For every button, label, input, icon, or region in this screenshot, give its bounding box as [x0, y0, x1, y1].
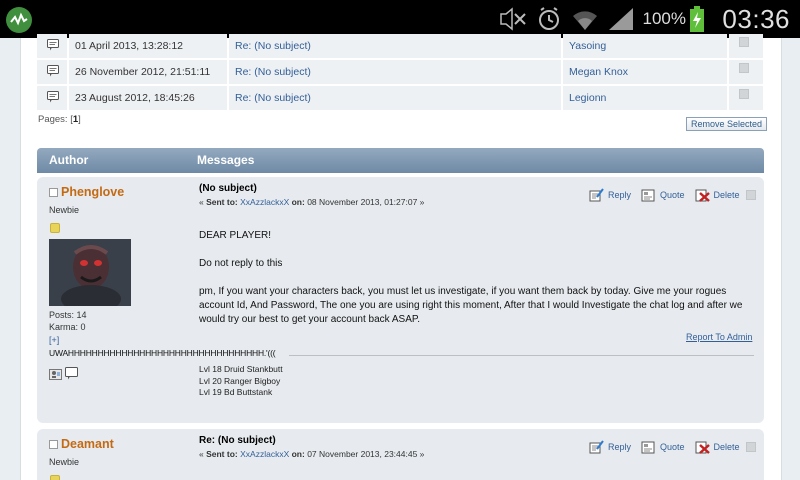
post-subject[interactable]: Re: (No subject): [199, 435, 276, 446]
personal-message-icon[interactable]: [65, 367, 78, 380]
message-icon: [47, 39, 59, 51]
message-icon: [47, 65, 59, 77]
pages-label: Pages: [: [38, 114, 73, 125]
avatar: [49, 239, 131, 306]
post-select-checkbox[interactable]: [745, 190, 756, 200]
alarm-icon: [533, 6, 565, 32]
signature-divider: [289, 355, 754, 356]
author-column-header: Author: [49, 153, 89, 167]
reply-icon: [589, 440, 604, 454]
pm-subject-link[interactable]: Re: (No subject): [229, 34, 561, 59]
offline-status-icon: [49, 188, 58, 197]
signal-icon: [605, 6, 637, 32]
post-actions: Reply Quote Delete: [589, 188, 756, 202]
pm-date: 23 August 2012, 18:45:26: [69, 86, 227, 111]
post-body: DEAR PLAYER! Do not reply to this pm, If…: [199, 229, 755, 341]
delete-label: Delete: [713, 442, 740, 452]
signature-line: Lvl 20 Ranger Bigboy: [199, 375, 281, 386]
poster-rank: Newbie: [49, 205, 80, 215]
sent-info: « Sent to: XxAzzlackxX on: 08 November 2…: [199, 197, 425, 207]
sent-info: « Sent to: XxAzzlackxX on: 07 November 2…: [199, 449, 425, 459]
pm-select-checkbox[interactable]: [739, 37, 749, 47]
quote-label: Quote: [660, 190, 685, 200]
pm-select-checkbox[interactable]: [739, 63, 749, 73]
post-paragraph: pm, If you want your characters back, yo…: [199, 286, 743, 325]
signature-line: Lvl 19 Bd Buttstank: [199, 387, 273, 397]
app-notification-icon[interactable]: [6, 7, 32, 33]
post-paragraph: DEAR PLAYER!: [199, 230, 272, 241]
reply-label: Reply: [608, 190, 632, 200]
message-post: Deamant Newbie Re: (No subject) « Sent t…: [37, 429, 764, 480]
delete-button[interactable]: Delete: [695, 188, 740, 202]
post-actions: Reply Quote Delete: [589, 440, 756, 454]
pagination: Pages: [1]: [38, 114, 81, 125]
poster-post-count: Posts: 14: [49, 310, 87, 320]
post-subject[interactable]: (No subject): [199, 183, 257, 194]
post-select-checkbox[interactable]: [745, 442, 756, 452]
pm-date: 01 April 2013, 13:28:12: [69, 34, 227, 59]
message-post: Phenglove Newbie Posts: 14 Karma: 0 [+] …: [37, 177, 764, 423]
table-row[interactable]: 26 November 2012, 21:51:11 Re: (No subje…: [37, 60, 763, 85]
battery-charging-icon: [690, 6, 704, 32]
offline-status-icon: [49, 440, 58, 449]
reply-button[interactable]: Reply: [589, 188, 631, 202]
clock: 03:36: [722, 4, 790, 34]
pm-sender-link[interactable]: Yasoing: [563, 34, 727, 59]
pages-close: ]: [78, 114, 81, 125]
table-row[interactable]: 23 August 2012, 18:45:26 Re: (No subject…: [37, 86, 763, 111]
message-icon: [47, 91, 59, 103]
pm-sender-link[interactable]: Legionn: [563, 86, 727, 111]
reply-icon: [589, 188, 604, 202]
poster-karma: Karma: 0: [49, 322, 86, 332]
signature: Lvl 18 Druid Stankbutt Lvl 20 Ranger Big…: [199, 364, 283, 399]
poster-name[interactable]: Phenglove: [49, 185, 124, 199]
recipient-link[interactable]: XxAzzlackxX: [240, 197, 289, 207]
battery-percent: 100%: [642, 9, 686, 28]
wifi-icon: [569, 6, 601, 32]
signature-header: UWAHHHHHHHHHHHHHHHHHHHHHHHHHHHHHHHHH.'((…: [49, 348, 754, 360]
quote-button[interactable]: Quote: [641, 440, 685, 454]
pm-date: 26 November 2012, 21:51:11: [69, 60, 227, 85]
pm-subject-link[interactable]: Re: (No subject): [229, 60, 561, 85]
recipient-link[interactable]: XxAzzlackxX: [240, 449, 289, 459]
pm-subject-link[interactable]: Re: (No subject): [229, 86, 561, 111]
signature-line: Lvl 18 Druid Stankbutt: [199, 364, 283, 374]
quote-label: Quote: [660, 442, 685, 452]
reply-label: Reply: [608, 442, 632, 452]
status-bar: 100% 03:36: [0, 0, 800, 38]
messages-column-header: Messages: [197, 153, 255, 167]
quote-icon: [641, 189, 655, 202]
delete-button[interactable]: Delete: [695, 440, 740, 454]
poster-name[interactable]: Deamant: [49, 437, 114, 451]
poster-rank: Newbie: [49, 457, 80, 467]
signature-line-text: UWAHHHHHHHHHHHHHHHHHHHHHHHHHHHHHHHHH.'((…: [49, 348, 276, 358]
quote-icon: [641, 441, 655, 454]
rank-star-icon: [50, 475, 60, 480]
remove-selected-button[interactable]: Remove Selected: [686, 117, 768, 131]
delete-icon: [695, 189, 710, 202]
quote-button[interactable]: Quote: [641, 188, 685, 202]
post-paragraph: Do not reply to this: [199, 258, 283, 269]
report-to-admin-link[interactable]: Report To Admin: [686, 332, 752, 342]
pm-sender-link[interactable]: Megan Knox: [563, 60, 727, 85]
delete-icon: [695, 441, 710, 454]
reply-button[interactable]: Reply: [589, 440, 631, 454]
pm-select-checkbox[interactable]: [739, 89, 749, 99]
mute-icon: [497, 6, 529, 32]
messages-header-bar: Author Messages: [37, 148, 764, 173]
table-row[interactable]: 01 April 2013, 13:28:12 Re: (No subject)…: [37, 34, 763, 59]
page-content: 01 April 2013, 13:28:12 Re: (No subject)…: [20, 34, 782, 480]
delete-label: Delete: [713, 190, 740, 200]
rank-star-icon: [50, 223, 60, 233]
profile-icon[interactable]: [49, 367, 62, 380]
expand-profile-link[interactable]: [+]: [49, 335, 59, 345]
